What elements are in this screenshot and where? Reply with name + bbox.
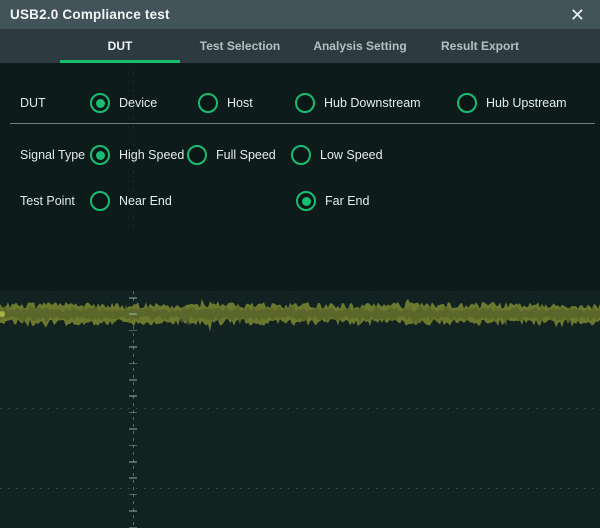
radio-label: Hub Downstream xyxy=(324,96,421,110)
radio-label: Host xyxy=(227,96,253,110)
radio-dot xyxy=(96,151,105,160)
graticule-axis-tick xyxy=(129,395,137,397)
graticule-axis-tick xyxy=(129,510,137,512)
form-row-signal-type: Signal Type High Speed Full Speed Low Speed xyxy=(0,143,600,167)
graticule-axis-tick xyxy=(129,445,137,447)
graticule-h-line xyxy=(0,408,600,409)
radio-icon xyxy=(187,145,207,165)
graticule-axis-tick xyxy=(129,330,137,332)
radio-option-hub-downstream[interactable]: Hub Downstream xyxy=(295,93,421,113)
radio-icon xyxy=(198,93,218,113)
radio-dot xyxy=(96,99,105,108)
tab-label: DUT xyxy=(108,39,133,53)
waveform-trace xyxy=(0,293,600,337)
radio-option-hub-upstream[interactable]: Hub Upstream xyxy=(457,93,567,113)
radio-label: Full Speed xyxy=(216,148,276,162)
radio-option-full-speed[interactable]: Full Speed xyxy=(187,145,276,165)
radio-option-low-speed[interactable]: Low Speed xyxy=(291,145,383,165)
section-divider xyxy=(10,123,595,124)
radio-icon xyxy=(296,191,316,211)
radio-dot xyxy=(193,151,202,160)
graticule-axis-tick xyxy=(129,428,137,430)
radio-option-high-speed[interactable]: High Speed xyxy=(90,145,184,165)
radio-icon xyxy=(291,145,311,165)
radio-dot xyxy=(463,99,472,108)
row-label: DUT xyxy=(20,96,46,110)
usb-compliance-dialog: USB2.0 Compliance test ✕ DUT Test Selecti… xyxy=(0,0,600,528)
graticule-axis-tick xyxy=(129,313,137,315)
graticule-v-line xyxy=(213,291,214,528)
scope-display-area xyxy=(0,291,600,528)
radio-label: Hub Upstream xyxy=(486,96,567,110)
radio-option-far-end[interactable]: Far End xyxy=(296,191,369,211)
radio-icon xyxy=(90,145,110,165)
graticule-axis-tick xyxy=(129,494,137,496)
dialog-titlebar: USB2.0 Compliance test ✕ xyxy=(0,0,600,29)
radio-option-host[interactable]: Host xyxy=(198,93,253,113)
close-icon[interactable]: ✕ xyxy=(565,5,590,25)
radio-dot xyxy=(204,99,213,108)
radio-option-near-end[interactable]: Near End xyxy=(90,191,172,211)
graticule-axis-tick xyxy=(129,412,137,414)
tab-analysis-setting[interactable]: Analysis Setting xyxy=(300,29,420,63)
graticule-v-line xyxy=(453,291,454,528)
radio-dot xyxy=(297,151,306,160)
radio-label: Far End xyxy=(325,194,369,208)
tab-label: Test Selection xyxy=(200,39,280,53)
graticule-h-line xyxy=(0,488,600,489)
row-label: Test Point xyxy=(20,194,75,208)
radio-dot xyxy=(302,197,311,206)
radio-label: High Speed xyxy=(119,148,184,162)
graticule-axis-tick xyxy=(129,379,137,381)
graticule-axis-tick xyxy=(129,477,137,479)
graticule-axis-tick xyxy=(129,461,137,463)
tab-result-export[interactable]: Result Export xyxy=(420,29,540,63)
tab-bar: DUT Test Selection Analysis Setting Result … xyxy=(0,29,600,63)
radio-dot xyxy=(96,197,105,206)
radio-option-device[interactable]: Device xyxy=(90,93,157,113)
graticule-v-line xyxy=(373,291,374,528)
radio-icon xyxy=(90,191,110,211)
dialog-content: DUT Device Host Hub Downstream Hub Upstream S… xyxy=(0,63,600,528)
tab-dut[interactable]: DUT xyxy=(60,29,180,63)
radio-label: Device xyxy=(119,96,157,110)
form-row-test-point: Test Point Near End Far End xyxy=(0,189,600,213)
graticule-v-line xyxy=(533,291,534,528)
graticule-axis-tick xyxy=(129,297,137,299)
tab-test-selection[interactable]: Test Selection xyxy=(180,29,300,63)
radio-label: Near End xyxy=(119,194,172,208)
radio-dot xyxy=(301,99,310,108)
tab-label: Result Export xyxy=(441,39,519,53)
form-row-dut: DUT Device Host Hub Downstream Hub Upstream xyxy=(0,91,600,115)
graticule-axis-tick xyxy=(129,363,137,365)
row-label: Signal Type xyxy=(20,148,85,162)
dialog-title: USB2.0 Compliance test xyxy=(10,7,170,22)
tab-label: Analysis Setting xyxy=(313,39,406,53)
graticule-axis-tick xyxy=(129,346,137,348)
radio-icon xyxy=(90,93,110,113)
graticule-v-line xyxy=(53,291,54,528)
radio-icon xyxy=(295,93,315,113)
radio-icon xyxy=(457,93,477,113)
graticule-center-axis-faint xyxy=(133,63,134,228)
radio-label: Low Speed xyxy=(320,148,383,162)
graticule-v-line xyxy=(293,291,294,528)
